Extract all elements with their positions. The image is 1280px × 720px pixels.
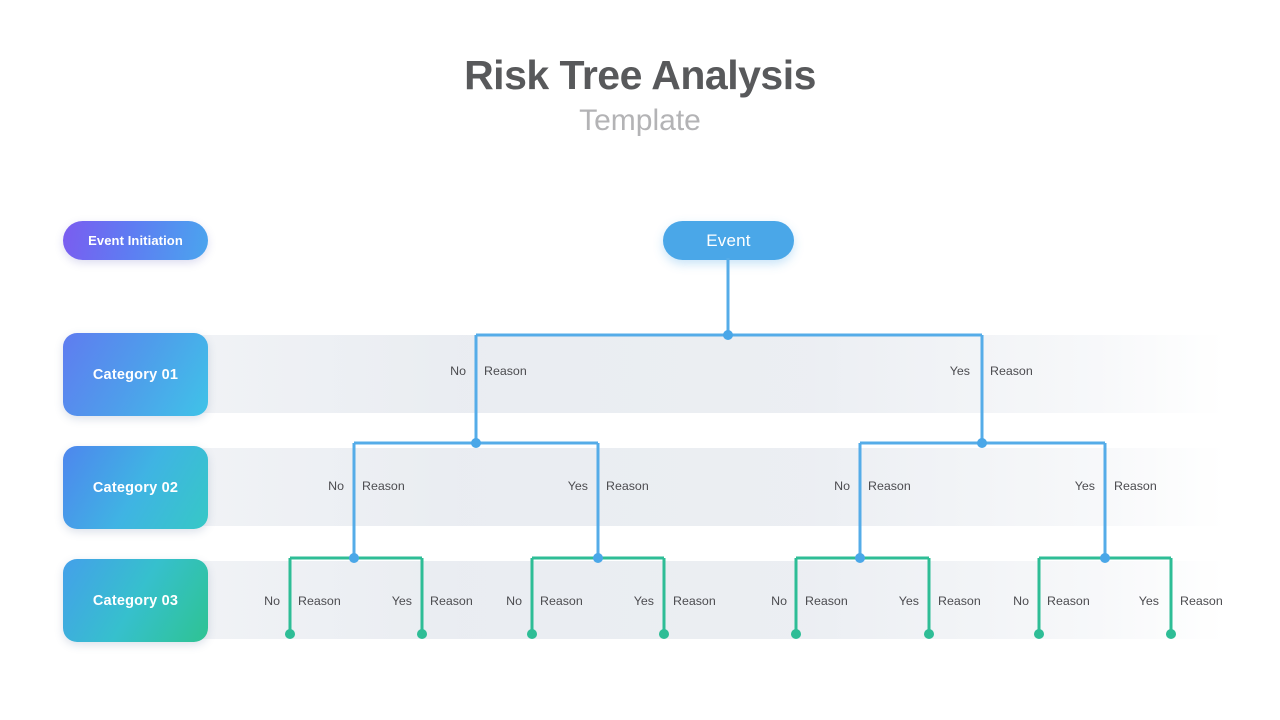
level2-decision-3: No bbox=[834, 479, 850, 493]
junction-dot-level3-3 bbox=[855, 553, 865, 563]
level2-reason-2: Reason bbox=[606, 479, 649, 493]
level1-decision-yes: Yes bbox=[949, 364, 970, 378]
tree-connectors bbox=[285, 258, 1176, 639]
level3-decision-5: No bbox=[771, 594, 787, 608]
terminal-dot-3 bbox=[527, 629, 537, 639]
level3-decision-6: Yes bbox=[898, 594, 919, 608]
level2-decision-1: No bbox=[328, 479, 344, 493]
terminal-dot-5 bbox=[791, 629, 801, 639]
level1-reason-no: Reason bbox=[484, 364, 527, 378]
level3-reason-6: Reason bbox=[938, 594, 981, 608]
level3-reason-2: Reason bbox=[430, 594, 473, 608]
terminal-dot-6 bbox=[924, 629, 934, 639]
level3-decision-8: Yes bbox=[1138, 594, 1159, 608]
level3-reason-1: Reason bbox=[298, 594, 341, 608]
level1-decision-no: No bbox=[450, 364, 466, 378]
level3-reason-3: Reason bbox=[540, 594, 583, 608]
junction-dot-root bbox=[723, 330, 733, 340]
terminal-dots-green bbox=[285, 629, 1176, 639]
junction-dot-level2-left bbox=[471, 438, 481, 448]
level3-decision-3: No bbox=[506, 594, 522, 608]
level1-reason-yes: Reason bbox=[990, 364, 1033, 378]
level3-decision-2: Yes bbox=[391, 594, 412, 608]
level3-reason-4: Reason bbox=[673, 594, 716, 608]
level3-decision-1: No bbox=[264, 594, 280, 608]
terminal-dot-4 bbox=[659, 629, 669, 639]
level2-reason-3: Reason bbox=[868, 479, 911, 493]
level2-reason-1: Reason bbox=[362, 479, 405, 493]
level3-reason-5: Reason bbox=[805, 594, 848, 608]
level2-decision-4: Yes bbox=[1074, 479, 1095, 493]
level3-decision-4: Yes bbox=[633, 594, 654, 608]
junction-dot-level3-1 bbox=[349, 553, 359, 563]
junction-dot-level3-4 bbox=[1100, 553, 1110, 563]
terminal-dot-8 bbox=[1166, 629, 1176, 639]
terminal-dot-2 bbox=[417, 629, 427, 639]
level3-reason-7: Reason bbox=[1047, 594, 1090, 608]
level3-reason-8: Reason bbox=[1180, 594, 1223, 608]
level3-decision-7: No bbox=[1013, 594, 1029, 608]
level2-decision-2: Yes bbox=[567, 479, 588, 493]
terminal-dot-1 bbox=[285, 629, 295, 639]
junction-dot-level3-2 bbox=[593, 553, 603, 563]
slide-canvas: Risk Tree Analysis Template Event Initia… bbox=[0, 0, 1280, 720]
junction-dot-level2-right bbox=[977, 438, 987, 448]
level2-reason-4: Reason bbox=[1114, 479, 1157, 493]
terminal-dot-7 bbox=[1034, 629, 1044, 639]
